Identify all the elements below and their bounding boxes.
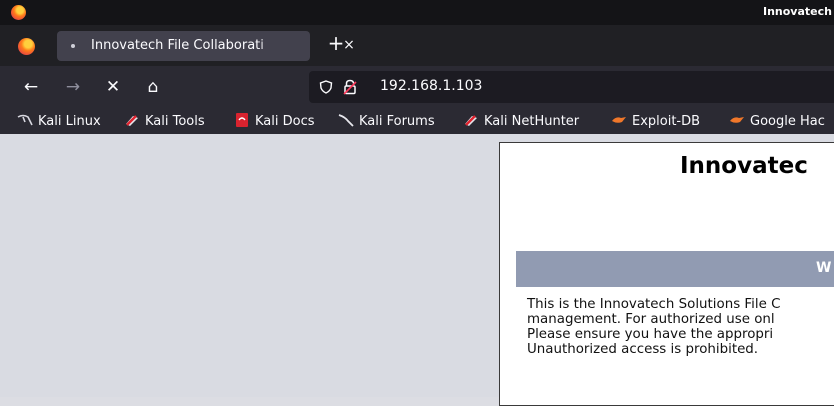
url-text[interactable]: 192.168.1.103 xyxy=(380,78,482,94)
back-button[interactable]: ← xyxy=(18,74,44,100)
bookmark-kali-linux[interactable]: Kali Linux xyxy=(17,112,101,130)
content-panel: Innovatec W This is the Innovatech Solut… xyxy=(499,142,834,406)
notice-paragraph: This is the Innovatech Solutions File C … xyxy=(527,297,834,357)
welcome-banner: W xyxy=(516,251,834,287)
bookmark-label: Google Hac xyxy=(750,114,825,129)
url-bar[interactable]: 192.168.1.103 xyxy=(309,71,834,103)
ghdb-icon xyxy=(729,112,745,128)
kali-tools-icon xyxy=(124,112,140,128)
bookmark-kali-nethunter[interactable]: Kali NetHunter xyxy=(463,112,579,130)
navigation-toolbar: ← → ✕ ⌂ 192.168.1.103 xyxy=(0,66,834,107)
tab-label-fade xyxy=(257,31,297,61)
firefox-app-icon xyxy=(11,5,26,20)
firefox-view-button[interactable] xyxy=(10,33,42,59)
loading-dot-icon xyxy=(71,44,75,48)
window-title: Innovatech xyxy=(763,5,832,18)
kali-docs-icon xyxy=(234,112,250,128)
kali-forums-icon xyxy=(338,112,354,128)
page-viewport: Innovatec W This is the Innovatech Solut… xyxy=(0,134,834,406)
tracking-shield-icon[interactable] xyxy=(319,80,333,94)
bookmark-kali-forums[interactable]: Kali Forums xyxy=(338,112,435,130)
new-tab-button[interactable]: + xyxy=(325,32,347,54)
bookmarks-toolbar: Kali Linux Kali Tools Kali Docs Kali For… xyxy=(0,107,834,134)
firefox-icon xyxy=(18,38,35,55)
nethunter-icon xyxy=(463,112,479,128)
notice-line: Please ensure you have the appropri xyxy=(527,327,774,342)
tab-active[interactable]: Innovatech File Collaborati × xyxy=(57,31,355,61)
insecure-lock-icon[interactable] xyxy=(343,79,357,95)
window-titlebar: Innovatech xyxy=(0,0,834,25)
notice-line: management. For authorized use onl xyxy=(527,312,775,327)
home-button[interactable]: ⌂ xyxy=(140,74,166,100)
bookmark-label: Exploit-DB xyxy=(632,114,701,129)
bookmark-label: Kali Tools xyxy=(145,114,205,129)
notice-line: This is the Innovatech Solutions File C xyxy=(527,297,781,312)
bookmark-kali-tools[interactable]: Kali Tools xyxy=(124,112,205,130)
bookmark-kali-docs[interactable]: Kali Docs xyxy=(234,112,315,130)
bookmark-google-hacking[interactable]: Google Hac xyxy=(729,112,825,130)
welcome-banner-text: W xyxy=(816,260,832,276)
exploit-db-icon xyxy=(611,112,627,128)
kali-dragon-icon xyxy=(17,112,33,128)
bookmark-label: Kali Docs xyxy=(255,114,315,129)
bookmark-label: Kali NetHunter xyxy=(484,114,580,129)
forward-button[interactable]: → xyxy=(60,74,86,100)
stop-button[interactable]: ✕ xyxy=(100,74,126,100)
bookmark-label: Kali Linux xyxy=(38,114,101,129)
notice-line: Unauthorized access is prohibited. xyxy=(527,342,759,357)
bookmark-exploit-db[interactable]: Exploit-DB xyxy=(611,112,700,130)
page-heading: Innovatec xyxy=(680,153,808,179)
bookmark-label: Kali Forums xyxy=(359,114,435,129)
tab-bar: Innovatech File Collaborati × + xyxy=(0,25,834,66)
